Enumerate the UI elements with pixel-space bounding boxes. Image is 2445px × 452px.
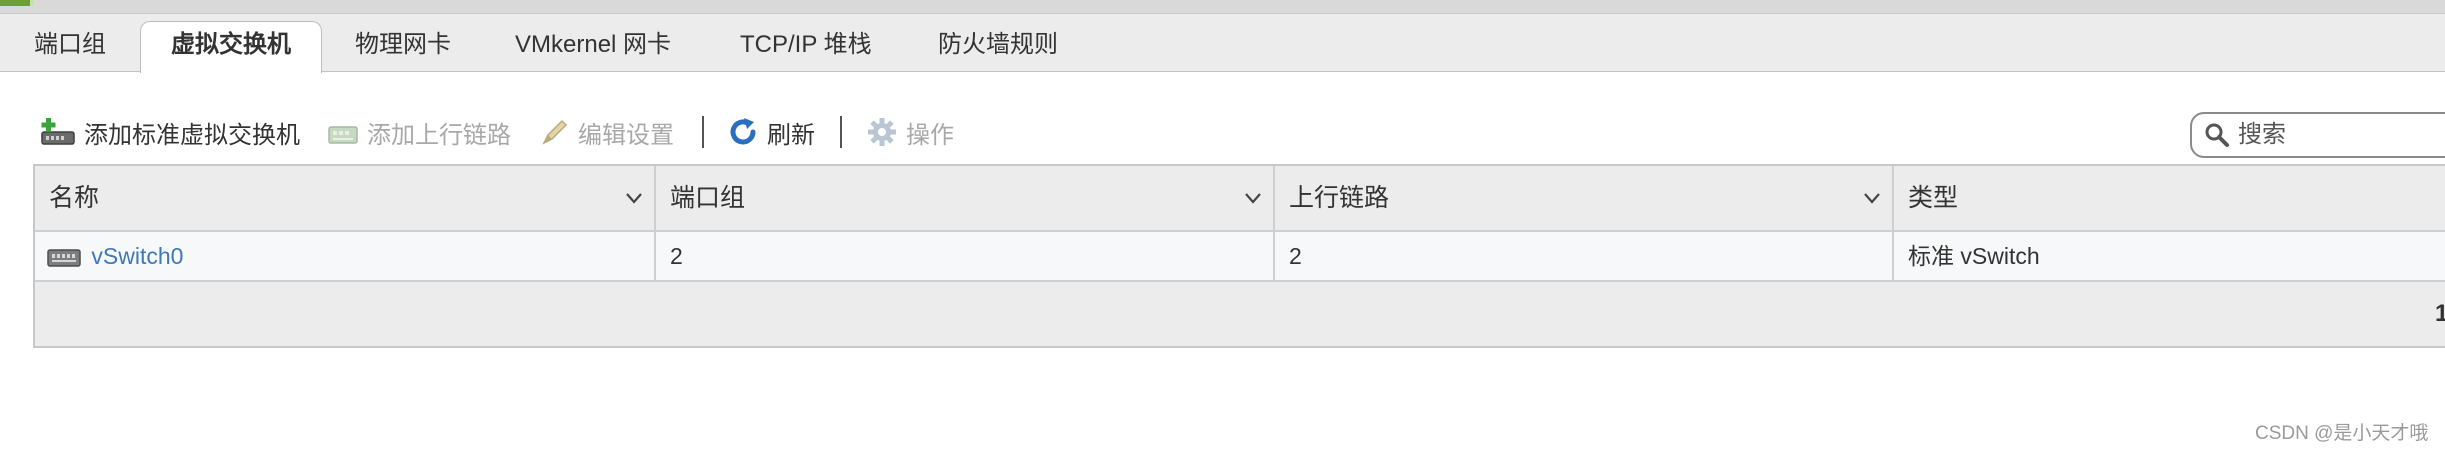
vswitch-table: 名称 端口组 上行链路 类型 vSwitch0 2 2 标准 vSwitch 1 <box>33 164 2445 348</box>
edit-settings-label: 编辑设置 <box>578 121 674 149</box>
vswitch-icon <box>47 249 81 267</box>
tab-tcpip-stacks[interactable]: TCP/IP 堆栈 <box>730 22 882 72</box>
cell-name: vSwitch0 <box>35 232 656 280</box>
chevron-down-icon[interactable] <box>1243 188 1263 208</box>
column-header-label: 类型 <box>1908 184 1959 212</box>
gear-icon <box>868 118 896 146</box>
table-footer: 1 <box>35 282 2445 346</box>
add-uplink-label: 添加上行链路 <box>367 121 511 149</box>
column-header-type[interactable]: 类型 <box>1894 166 2445 230</box>
toolbar-separator <box>840 116 842 148</box>
watermark: CSDN @是小天才哦 <box>2255 423 2429 444</box>
add-vswitch-icon <box>41 118 75 145</box>
search-icon <box>2205 123 2229 147</box>
chevron-down-icon[interactable] <box>1862 188 1882 208</box>
tab-physical-nics[interactable]: 物理网卡 <box>345 22 461 72</box>
column-header-label: 名称 <box>49 184 100 212</box>
tab-virtual-switches[interactable]: 虚拟交换机 <box>140 21 322 73</box>
item-count: 1 <box>2435 300 2445 327</box>
add-standard-vswitch-label: 添加标准虚拟交换机 <box>84 121 300 149</box>
tab-port-groups[interactable]: 端口组 <box>24 22 116 72</box>
add-standard-vswitch-button[interactable]: 添加标准虚拟交换机 <box>40 114 300 150</box>
cell-port-groups: 2 <box>656 232 1275 280</box>
cell-type: 标准 vSwitch <box>1908 243 2040 269</box>
column-header-uplinks[interactable]: 上行链路 <box>1275 166 1894 230</box>
toolbar: 添加标准虚拟交换机 添加上行链路 编辑设置 刷新 操作 搜索 <box>0 72 2445 164</box>
tab-bar: 端口组 虚拟交换机 物理网卡 VMkernel 网卡 TCP/IP 堆栈 防火墙… <box>0 14 2445 73</box>
app-corner-icon <box>0 0 34 6</box>
column-header-label: 端口组 <box>670 184 746 212</box>
edit-settings-button[interactable]: 编辑设置 <box>540 114 674 150</box>
column-header-name[interactable]: 名称 <box>35 166 656 230</box>
table-row[interactable]: vSwitch0 2 2 标准 vSwitch <box>35 232 2445 282</box>
tab-firewall-rules[interactable]: 防火墙规则 <box>928 22 1068 72</box>
toolbar-separator <box>702 116 704 148</box>
actions-button[interactable]: 操作 <box>866 114 954 150</box>
actions-label: 操作 <box>906 121 954 149</box>
search-input[interactable] <box>2236 120 2436 150</box>
pencil-icon <box>542 119 568 145</box>
refresh-icon <box>730 118 756 145</box>
column-header-port-groups[interactable]: 端口组 <box>656 166 1275 230</box>
tab-vmkernel-nics[interactable]: VMkernel 网卡 <box>505 22 681 72</box>
cell-uplinks: 2 <box>1275 232 1894 280</box>
refresh-label: 刷新 <box>767 121 815 149</box>
window-top-strip <box>0 0 2445 14</box>
vswitch-name-link[interactable]: vSwitch0 <box>91 243 183 269</box>
column-header-label: 上行链路 <box>1289 184 1390 212</box>
refresh-button[interactable]: 刷新 <box>727 114 815 150</box>
table-header: 名称 端口组 上行链路 类型 <box>35 166 2445 232</box>
add-uplink-icon <box>328 126 358 144</box>
chevron-down-icon[interactable] <box>624 188 644 208</box>
search-box[interactable] <box>2190 112 2445 158</box>
add-uplink-button[interactable]: 添加上行链路 <box>327 114 511 150</box>
